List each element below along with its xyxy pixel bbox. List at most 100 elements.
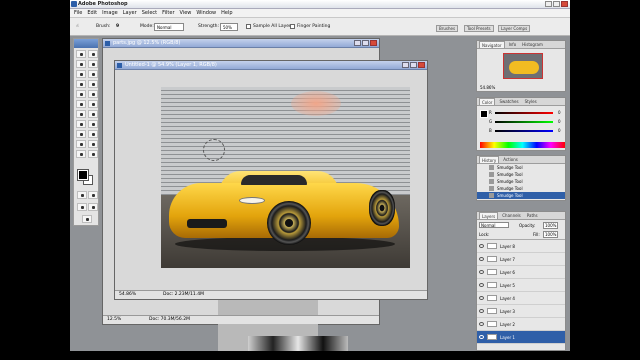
gradient-tool-icon[interactable] bbox=[88, 100, 98, 108]
front-doc-zoom[interactable]: 54.86% bbox=[119, 292, 136, 297]
visibility-eye-icon[interactable] bbox=[479, 283, 484, 287]
foreground-color-swatch[interactable] bbox=[77, 169, 89, 181]
finger-painting-checkbox[interactable] bbox=[290, 24, 295, 29]
tab-layers[interactable]: Layers bbox=[479, 212, 499, 219]
history-brush-tool-icon[interactable] bbox=[88, 90, 98, 98]
smudge-tool-icon[interactable] bbox=[76, 110, 86, 118]
maximize-button[interactable] bbox=[553, 1, 560, 7]
crop-tool-icon[interactable] bbox=[76, 70, 86, 78]
back-doc-maximize-button[interactable] bbox=[362, 40, 369, 46]
brush-size[interactable]: 9 bbox=[116, 24, 119, 29]
menu-image[interactable]: Image bbox=[102, 10, 118, 16]
fill-field[interactable]: 100% bbox=[543, 231, 559, 238]
history-item[interactable]: Smudge Tool bbox=[477, 178, 565, 185]
quick-mask-icon[interactable] bbox=[77, 191, 87, 199]
layer-comps-well-tab[interactable]: Layer Comps bbox=[498, 25, 531, 32]
blue-slider[interactable]: B bbox=[489, 128, 555, 133]
slice-tool-icon[interactable] bbox=[88, 70, 98, 78]
green-slider[interactable]: G bbox=[489, 119, 555, 124]
tab-channels[interactable]: Channels bbox=[500, 212, 523, 219]
move-tool-icon[interactable] bbox=[88, 50, 98, 58]
screen-mode-icon[interactable] bbox=[77, 203, 87, 211]
tab-swatches[interactable]: Swatches bbox=[497, 98, 520, 105]
tab-info[interactable]: Info bbox=[507, 41, 519, 48]
visibility-eye-icon[interactable] bbox=[479, 296, 484, 300]
menu-filter[interactable]: Filter bbox=[162, 10, 174, 16]
history-item-current[interactable]: Smudge Tool bbox=[477, 192, 565, 199]
tab-color[interactable]: Color bbox=[479, 98, 496, 105]
back-document-titlebar[interactable]: parts.jpg @ 12.5% (RGB/8) bbox=[103, 39, 379, 48]
smudge-tool-preset-icon[interactable]: ☝ bbox=[76, 24, 79, 29]
standard-mode-icon[interactable] bbox=[88, 191, 98, 199]
type-tool-icon[interactable] bbox=[88, 120, 98, 128]
front-document-window[interactable]: Untitled-1 @ 54.9% (Layer 1, RGB/8) 54.8… bbox=[114, 60, 428, 300]
visibility-eye-icon[interactable] bbox=[479, 309, 484, 313]
eyedropper-tool-icon[interactable] bbox=[88, 140, 98, 148]
visibility-eye-icon[interactable] bbox=[479, 244, 484, 248]
magic-wand-tool-icon[interactable] bbox=[88, 60, 98, 68]
layer-row[interactable]: Layer 7 bbox=[477, 253, 565, 266]
navigator-zoom[interactable]: 54.86% bbox=[480, 85, 495, 90]
layer-row[interactable]: Layer 8 bbox=[477, 240, 565, 253]
history-item[interactable]: Smudge Tool bbox=[477, 185, 565, 192]
red-slider[interactable]: R bbox=[489, 110, 555, 115]
blend-mode-select[interactable]: Normal bbox=[479, 222, 509, 228]
tab-styles[interactable]: Styles bbox=[523, 98, 539, 105]
hand-tool-icon[interactable] bbox=[76, 150, 86, 158]
menu-view[interactable]: View bbox=[180, 10, 192, 16]
layer-row[interactable]: Layer 6 bbox=[477, 266, 565, 279]
image-canvas[interactable] bbox=[161, 87, 410, 268]
menu-edit[interactable]: Edit bbox=[87, 10, 97, 16]
shape-tool-icon[interactable] bbox=[88, 130, 98, 138]
pen-tool-icon[interactable] bbox=[76, 130, 86, 138]
layer-row-selected[interactable]: Layer 1 bbox=[477, 331, 565, 344]
brush-tool-icon[interactable] bbox=[88, 80, 98, 88]
tab-navigator[interactable]: Navigator bbox=[479, 41, 505, 48]
back-doc-minimize-button[interactable] bbox=[354, 40, 361, 46]
strength-field[interactable]: 50% bbox=[220, 23, 238, 31]
mode-select[interactable]: Normal bbox=[154, 23, 184, 31]
layer-row[interactable]: Layer 3 bbox=[477, 305, 565, 318]
visibility-eye-icon[interactable] bbox=[479, 322, 484, 326]
opacity-field[interactable]: 100% bbox=[543, 222, 559, 229]
front-doc-maximize-button[interactable] bbox=[410, 62, 417, 68]
back-doc-close-button[interactable] bbox=[370, 40, 377, 46]
path-selection-tool-icon[interactable] bbox=[76, 120, 86, 128]
visibility-eye-icon[interactable] bbox=[479, 270, 484, 274]
menu-window[interactable]: Window bbox=[196, 10, 216, 16]
zoom-tool-icon[interactable] bbox=[88, 150, 98, 158]
tool-presets-well-tab[interactable]: Tool Presets bbox=[464, 25, 494, 32]
visibility-eye-icon[interactable] bbox=[479, 335, 484, 339]
layer-row[interactable]: Layer 5 bbox=[477, 279, 565, 292]
history-item[interactable]: Smudge Tool bbox=[477, 171, 565, 178]
eraser-tool-icon[interactable] bbox=[76, 100, 86, 108]
tab-paths[interactable]: Paths bbox=[525, 212, 540, 219]
tab-actions[interactable]: Actions bbox=[501, 156, 520, 163]
full-screen-mode-icon[interactable] bbox=[88, 203, 98, 211]
brushes-well-tab[interactable]: Brushes bbox=[436, 25, 459, 32]
jump-to-imageready-icon[interactable] bbox=[82, 215, 92, 223]
minimize-button[interactable] bbox=[545, 1, 552, 7]
color-spectrum-bar[interactable] bbox=[480, 142, 565, 148]
menu-help[interactable]: Help bbox=[221, 10, 232, 16]
front-document-titlebar[interactable]: Untitled-1 @ 54.9% (Layer 1, RGB/8) bbox=[115, 61, 427, 70]
navigator-preview[interactable] bbox=[503, 53, 543, 79]
marquee-tool-icon[interactable] bbox=[76, 50, 86, 58]
sample-all-layers-checkbox[interactable] bbox=[246, 24, 251, 29]
notes-tool-icon[interactable] bbox=[76, 140, 86, 148]
menu-file[interactable]: File bbox=[74, 10, 82, 16]
clone-stamp-tool-icon[interactable] bbox=[76, 90, 86, 98]
lasso-tool-icon[interactable] bbox=[76, 60, 86, 68]
tab-history[interactable]: History bbox=[479, 156, 500, 163]
dodge-tool-icon[interactable] bbox=[88, 110, 98, 118]
layer-row[interactable]: Layer 2 bbox=[477, 318, 565, 331]
healing-brush-tool-icon[interactable] bbox=[76, 80, 86, 88]
back-doc-zoom[interactable]: 12.5% bbox=[107, 317, 121, 322]
menu-select[interactable]: Select bbox=[142, 10, 157, 16]
tab-histogram[interactable]: Histogram bbox=[520, 41, 545, 48]
front-doc-close-button[interactable] bbox=[418, 62, 425, 68]
front-doc-minimize-button[interactable] bbox=[402, 62, 409, 68]
color-fg-swatch[interactable] bbox=[480, 110, 488, 118]
visibility-eye-icon[interactable] bbox=[479, 257, 484, 261]
blue-value[interactable]: 0 bbox=[558, 128, 561, 133]
